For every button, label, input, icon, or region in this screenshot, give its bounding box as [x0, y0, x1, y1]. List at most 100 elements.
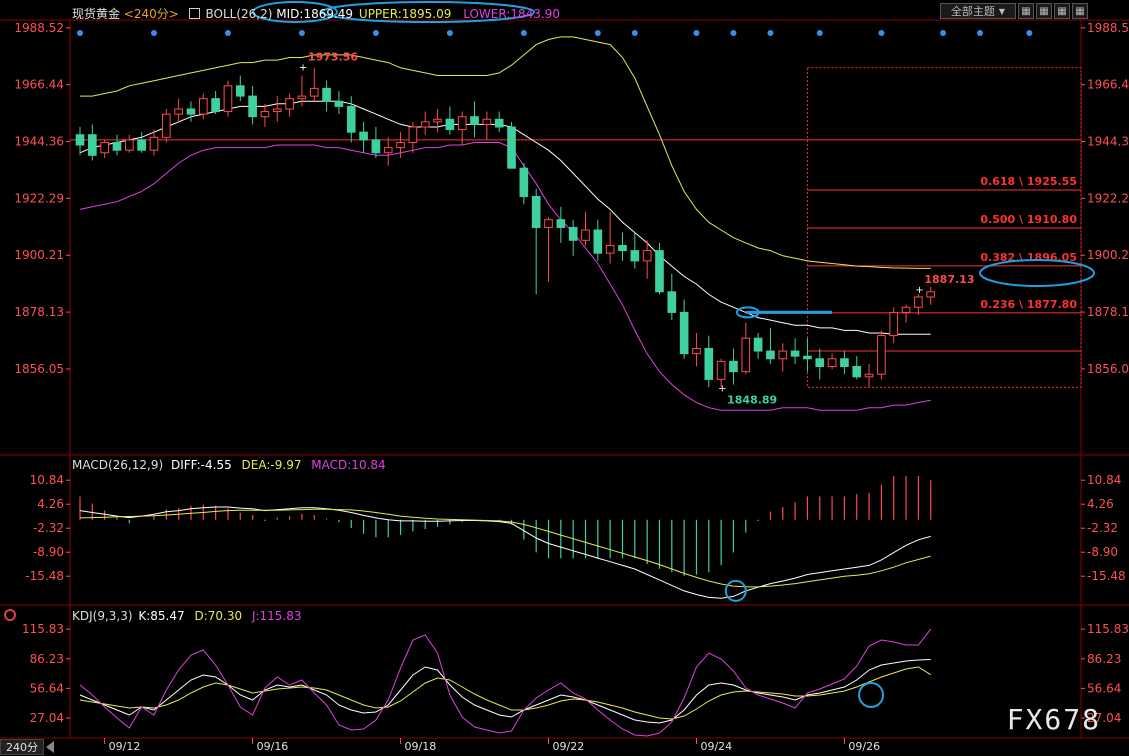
kdj-k-line	[79, 659, 931, 724]
candle-body	[692, 347, 701, 355]
candle-body	[260, 111, 270, 118]
candle-body	[852, 365, 862, 378]
toolbar-button-2[interactable]: ▦	[1036, 3, 1052, 19]
y-tick-label-left: 1944.36	[14, 135, 64, 149]
chevron-down-icon: ▼	[998, 6, 1006, 16]
macd-tick-label-left: 10.84	[30, 473, 64, 487]
candle-body	[544, 219, 553, 228]
macd-tick-label-left: 4.26	[37, 497, 64, 511]
candle-body	[383, 147, 393, 154]
candle-body	[198, 98, 208, 115]
macd-tick-label-right: -8.90	[1087, 545, 1118, 559]
boll-upper: UPPER:1895.09	[358, 7, 452, 21]
macd-tick-label-left: -15.48	[25, 569, 64, 583]
macd-dea: DEA:-9.97	[241, 458, 302, 472]
candle-body	[186, 108, 196, 115]
symbol-name[interactable]: 现货黄金	[72, 7, 120, 21]
candle-body	[889, 311, 899, 337]
macd-header: MACD(26,12,9) DIFF:-4.55 DEA:-9.97 MACD:…	[72, 458, 386, 472]
candle-body	[864, 373, 874, 378]
candle-body	[161, 113, 171, 138]
signal-dot	[224, 30, 231, 36]
y-tick-label-right: 1966.44	[1087, 78, 1129, 92]
settings-icon[interactable]	[4, 609, 16, 621]
period-label[interactable]: <240分>	[124, 7, 179, 21]
signal-dot	[372, 30, 379, 36]
boll-upper-line	[80, 36, 931, 269]
y-tick-label-left: 1922.29	[14, 191, 64, 205]
macd-label[interactable]: MACD(26,12,9)	[72, 458, 163, 472]
kdj-tick-label-right: 86.23	[1087, 652, 1121, 666]
signal-dot	[631, 30, 638, 36]
candle-body	[420, 121, 430, 128]
toolbar-button-4[interactable]: ▦	[1072, 3, 1088, 19]
x-tick-label: 09/12	[109, 740, 141, 753]
macd-tick-label-right: -2.32	[1087, 521, 1118, 535]
macd-diff-line	[79, 506, 931, 599]
candle-body	[766, 350, 775, 360]
candle-body	[605, 244, 615, 254]
macd-tick-label-left: -2.32	[33, 521, 64, 535]
candle-body	[272, 108, 282, 113]
boll-label[interactable]: BOLL(26,2)	[206, 7, 273, 21]
candle-body	[926, 291, 936, 298]
macd-tick-label-left: -8.90	[33, 545, 64, 559]
candle-body	[716, 360, 726, 380]
signal-dot	[594, 30, 601, 36]
macd-diff: DIFF:-4.55	[170, 458, 232, 472]
x-tick-label: 09/16	[257, 740, 289, 753]
candle-body	[445, 118, 455, 131]
candle-body	[507, 126, 516, 169]
theme-dropdown[interactable]: 全部主题 ▼	[940, 3, 1016, 19]
candle-body	[901, 306, 911, 313]
candle-body	[359, 131, 368, 141]
y-tick-label-left: 1856.05	[14, 362, 64, 376]
candle-body	[803, 355, 812, 360]
candle-body	[285, 98, 294, 110]
signal-dot	[446, 30, 453, 36]
candle-body	[593, 229, 603, 254]
kdj-tick-label-left: 27.04	[30, 711, 64, 725]
extreme-marker: +	[718, 383, 726, 394]
boll-mid-line	[79, 100, 931, 335]
y-tick-label-left: 1900.21	[14, 248, 64, 262]
kdj-tick-label-right: 56.64	[1087, 681, 1121, 695]
kdj-tick-label-left: 56.64	[30, 681, 64, 695]
candle-body	[396, 141, 405, 149]
candle-body	[531, 196, 541, 228]
candle-body	[679, 311, 689, 355]
boll-icon[interactable]	[188, 8, 200, 19]
theme-button-label: 全部主题	[950, 5, 995, 18]
kdj-d: D:70.30	[194, 609, 243, 623]
candle-body	[322, 87, 331, 102]
grid-icon: ▦	[1039, 5, 1049, 17]
period-tab[interactable]: 240分	[0, 739, 44, 755]
candle-body	[371, 139, 381, 154]
kdj-j-line	[79, 628, 932, 737]
price-annotation: 1887.13	[924, 273, 974, 286]
y-tick-label-right: 1856.05	[1087, 362, 1129, 376]
toolbar-button-1[interactable]: ▦	[1018, 3, 1034, 19]
y-tick-label-right: 1922.29	[1087, 191, 1129, 205]
kdj-label[interactable]: KDJ(9,3,3)	[72, 609, 133, 623]
candle-body	[877, 335, 886, 375]
candle-body	[630, 250, 640, 262]
macd-tick-label-right: 10.84	[1087, 473, 1121, 487]
candle-body	[618, 244, 627, 252]
candle-body	[408, 126, 418, 143]
candle-body	[248, 95, 257, 118]
candle-body	[556, 219, 566, 228]
candle-body	[457, 116, 467, 131]
candle-body	[667, 291, 677, 313]
toolbar-button-3[interactable]: ▦	[1054, 3, 1070, 19]
signal-dot	[940, 30, 947, 36]
candle-body	[235, 85, 245, 97]
signal-dot	[1026, 30, 1033, 36]
candle-body	[88, 134, 97, 156]
kdj-tick-label-left: 86.23	[30, 652, 64, 666]
scroll-left-button[interactable]	[46, 741, 54, 753]
macd-value: MACD:10.84	[311, 458, 386, 472]
signal-dot	[730, 30, 737, 36]
signal-dot	[150, 30, 157, 36]
y-tick-label-right: 1878.13	[1087, 305, 1129, 319]
